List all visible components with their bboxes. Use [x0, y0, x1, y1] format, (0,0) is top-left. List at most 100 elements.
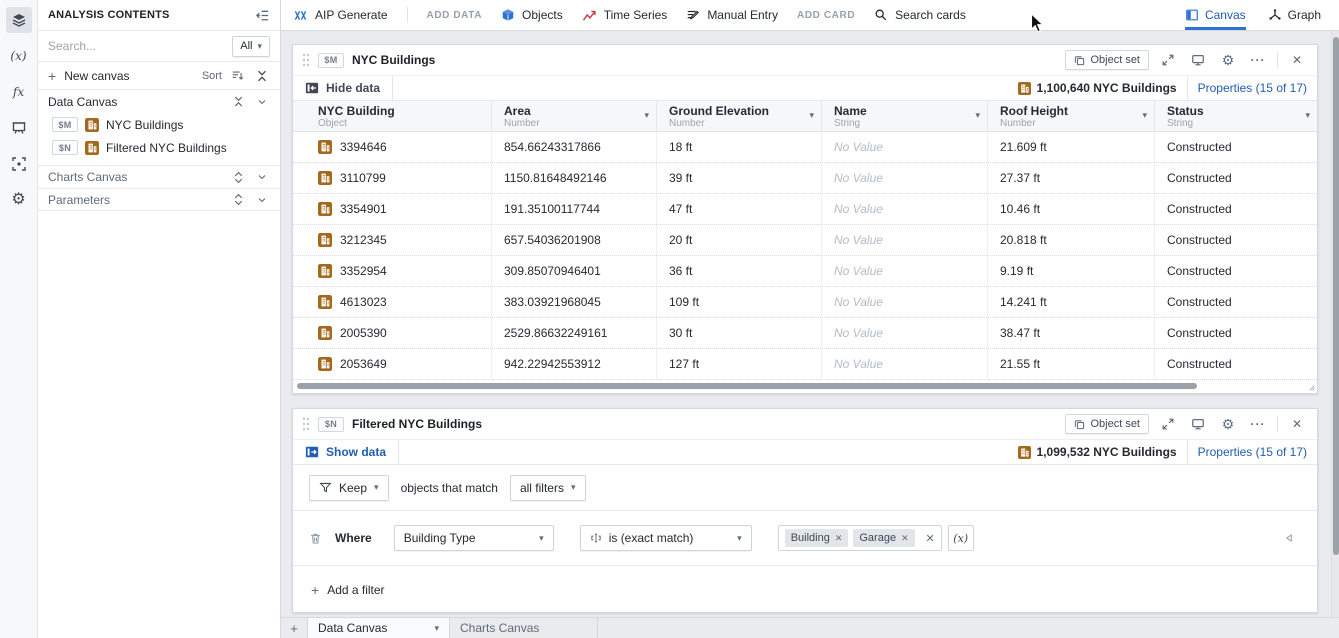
more-options-icon[interactable]: ···	[1247, 413, 1269, 435]
column-menu-icon[interactable]: ▾	[1305, 111, 1310, 120]
vertical-scrollbar[interactable]	[1331, 31, 1339, 617]
add-canvas-button[interactable]: +	[281, 618, 307, 638]
tab-graph[interactable]: Graph	[1268, 0, 1321, 30]
column-header-nyc-building[interactable]: NYC Building Object	[293, 101, 492, 131]
show-data-button[interactable]: Show data	[293, 440, 399, 464]
present-monitor-icon[interactable]	[1187, 413, 1209, 435]
maximize-icon[interactable]	[1157, 413, 1179, 435]
object-set-icon	[1074, 55, 1085, 66]
search-filter-select[interactable]: All ▾	[232, 36, 270, 57]
new-canvas-button[interactable]: New canvas	[64, 69, 129, 83]
focus-icon[interactable]	[6, 151, 32, 177]
column-menu-icon[interactable]: ▾	[809, 111, 814, 120]
column-header-roof-height[interactable]: Roof Height Number ▾	[988, 101, 1155, 131]
properties-link[interactable]: Properties (15 of 17)	[1188, 81, 1317, 95]
tab-canvas[interactable]: Canvas	[1185, 0, 1246, 30]
table-cell: 21.609 ft	[988, 132, 1155, 162]
column-header-status[interactable]: Status String ▾	[1155, 101, 1317, 131]
filter-field-dropdown[interactable]: Building Type ▾	[394, 525, 554, 551]
table-row[interactable]: 3394646854.6624331786618 ftNo Value21.60…	[293, 132, 1317, 163]
more-options-icon[interactable]: ···	[1247, 49, 1269, 71]
table-row[interactable]: 20053902529.8663224916130 ftNo Value38.4…	[293, 318, 1317, 349]
column-menu-icon[interactable]: ▾	[975, 111, 980, 120]
column-menu-icon[interactable]: ▾	[1142, 111, 1147, 120]
column-header-name[interactable]: Name String ▾	[822, 101, 988, 131]
clear-values-icon[interactable]: ✕	[925, 532, 934, 545]
objects-button[interactable]: Objects	[501, 8, 563, 22]
aip-generate-button[interactable]: AIP Generate	[293, 8, 388, 22]
presentation-icon[interactable]	[6, 115, 32, 141]
chevron-down-icon: ▾	[737, 534, 742, 543]
column-header-ground-elevation[interactable]: Ground Elevation Number ▾	[657, 101, 822, 131]
filter-operator-dropdown[interactable]: is (exact match) ▾	[580, 525, 752, 551]
resize-handle[interactable]	[1306, 382, 1315, 391]
delete-filter-icon[interactable]	[307, 530, 323, 546]
chevron-down-icon[interactable]: ▾	[434, 624, 439, 633]
expression-fx-button[interactable]: (x)	[948, 525, 974, 551]
table-row[interactable]: 3354901191.3510011774447 ftNo Value10.46…	[293, 194, 1317, 225]
maximize-icon[interactable]	[1157, 49, 1179, 71]
search-cards-button[interactable]: Search cards	[874, 8, 966, 22]
drag-handle[interactable]	[302, 53, 310, 67]
close-card-icon[interactable]: ✕	[1286, 413, 1308, 435]
filter-values-input[interactable]: Building ✕ Garage ✕ ✕	[778, 525, 942, 551]
chevron-down-icon[interactable]	[254, 94, 270, 110]
table-row[interactable]: 3352954309.8507094640136 ftNo Value9.19 …	[293, 256, 1317, 287]
expand-section-icon[interactable]	[230, 192, 246, 208]
scrollbar-thumb[interactable]	[1333, 37, 1339, 555]
card-settings-gear-icon[interactable]: ⚙	[1217, 413, 1239, 435]
horizontal-scrollbar[interactable]	[293, 378, 1317, 393]
formula-x-icon[interactable]: (x)	[6, 43, 32, 69]
manual-entry-button[interactable]: Manual Entry	[686, 8, 778, 22]
table-cell: Constructed	[1155, 349, 1317, 379]
add-filter-button[interactable]: Add a filter	[327, 583, 384, 597]
present-monitor-icon[interactable]	[1187, 49, 1209, 71]
table-cell: Constructed	[1155, 163, 1317, 193]
settings-gear-icon[interactable]: ⚙	[6, 187, 32, 213]
object-set-button[interactable]: Object set	[1065, 50, 1149, 70]
table-row[interactable]: 4613023383.03921968045109 ftNo Value14.2…	[293, 287, 1317, 318]
search-input[interactable]	[48, 39, 224, 53]
keep-dropdown[interactable]: Keep ▾	[309, 475, 389, 501]
remove-tag-icon[interactable]: ✕	[835, 533, 843, 544]
bottom-tab-charts-canvas[interactable]: Charts Canvas	[450, 618, 598, 638]
drag-handle[interactable]	[302, 417, 310, 431]
properties-link[interactable]: Properties (15 of 17)	[1188, 445, 1317, 459]
building-object-icon	[318, 264, 332, 278]
table-row[interactable]: 2053649942.22942553912127 ftNo Value21.5…	[293, 349, 1317, 380]
collapse-section-icon[interactable]	[230, 94, 246, 110]
cube-icon	[501, 8, 515, 22]
section-parameters[interactable]: Parameters	[38, 188, 280, 211]
table-cell: 20.818 ft	[988, 225, 1155, 255]
collapse-all-icon[interactable]	[254, 68, 270, 84]
table-row[interactable]: 3212345657.5403620190820 ftNo Value20.81…	[293, 225, 1317, 256]
tag-building[interactable]: Building ✕	[785, 529, 849, 547]
scrollbar-thumb[interactable]	[297, 383, 1197, 389]
tag-garage[interactable]: Garage ✕	[853, 529, 914, 547]
time-series-button[interactable]: Time Series	[582, 8, 668, 22]
chevron-down-icon[interactable]	[254, 169, 270, 185]
table-row[interactable]: 31107991150.8164849214639 ftNo Value27.3…	[293, 163, 1317, 194]
hide-data-button[interactable]: Hide data	[293, 76, 393, 100]
function-fx-icon[interactable]: fx	[6, 79, 32, 105]
column-menu-icon[interactable]: ▾	[644, 111, 649, 120]
remove-tag-icon[interactable]: ✕	[901, 533, 909, 544]
all-filters-dropdown[interactable]: all filters ▾	[510, 475, 586, 501]
expand-section-icon[interactable]	[230, 169, 246, 185]
table-cell: 20 ft	[657, 225, 822, 255]
chevron-down-icon[interactable]	[254, 192, 270, 208]
sort-button[interactable]: Sort	[202, 70, 222, 82]
bottom-tab-data-canvas[interactable]: Data Canvas ▾	[307, 618, 450, 638]
object-set-button[interactable]: Object set	[1065, 414, 1149, 434]
layers-icon[interactable]	[6, 7, 32, 33]
section-charts-canvas[interactable]: Charts Canvas	[38, 165, 280, 188]
section-data-canvas[interactable]: Data Canvas	[38, 90, 280, 113]
collapse-filter-icon[interactable]	[1283, 532, 1295, 544]
sidebar-item-nyc-buildings[interactable]: $M NYC Buildings	[38, 113, 280, 136]
sort-order-icon[interactable]	[230, 68, 246, 84]
card-settings-gear-icon[interactable]: ⚙	[1217, 49, 1239, 71]
collapse-panel-icon[interactable]	[254, 7, 270, 23]
close-card-icon[interactable]: ✕	[1286, 49, 1308, 71]
column-header-area[interactable]: Area Number ▾	[492, 101, 657, 131]
sidebar-item-filtered-nyc-buildings[interactable]: $N Filtered NYC Buildings	[38, 136, 280, 159]
